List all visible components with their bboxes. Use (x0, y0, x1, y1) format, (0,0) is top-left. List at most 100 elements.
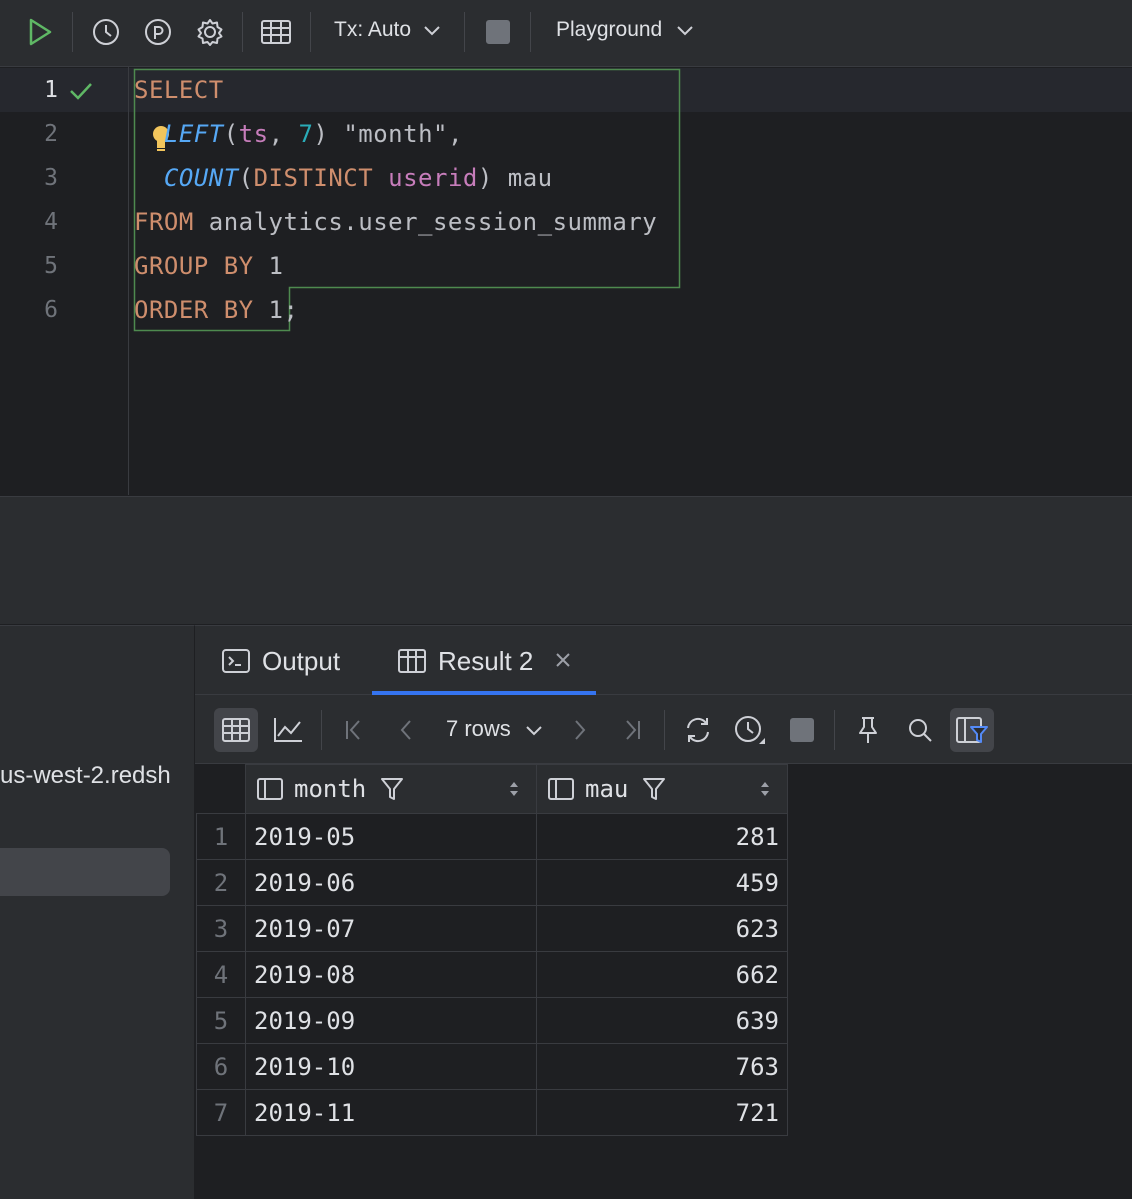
sql-keyword: FROM (134, 208, 194, 236)
session-selector[interactable] (0, 848, 170, 896)
toolbar-separator (664, 710, 665, 750)
tab-result-2[interactable]: Result 2 (438, 646, 533, 677)
cell-month[interactable]: 2019-06 (245, 859, 537, 906)
parameter-icon[interactable] (140, 14, 176, 50)
sql-function: LEFT (163, 120, 224, 148)
table-view-icon[interactable] (214, 708, 258, 752)
toolbar-separator (530, 12, 531, 52)
table-row[interactable]: 6 2019-10 763 (196, 1043, 788, 1090)
column-header-mau[interactable]: mau (536, 764, 788, 814)
auto-refresh-icon[interactable] (728, 708, 772, 752)
sql-keyword: DISTINCT (253, 164, 374, 192)
row-count-label: 7 rows (446, 716, 511, 741)
history-icon[interactable] (88, 14, 124, 50)
search-icon[interactable] (898, 708, 942, 752)
table-row[interactable]: 5 2019-09 639 (196, 997, 788, 1044)
refresh-icon[interactable] (676, 708, 720, 752)
filter-icon[interactable] (380, 776, 404, 802)
cell-mau[interactable]: 662 (536, 951, 788, 998)
settings-icon[interactable] (192, 14, 228, 50)
pin-icon[interactable] (846, 708, 890, 752)
table-row[interactable]: 3 2019-07 623 (196, 905, 788, 952)
console-icon (221, 648, 251, 674)
sql-number: 7 (298, 120, 314, 148)
results-tabs: Output Result 2 (195, 626, 1132, 695)
filter-icon[interactable] (642, 776, 666, 802)
sql-function: COUNT (163, 164, 239, 192)
cell-mau[interactable]: 721 (536, 1089, 788, 1136)
result-table: month mau 1 2019-05 281 2 2019-06 459 3 2019-… (196, 764, 788, 1136)
close-icon[interactable] (553, 650, 573, 670)
row-count-dropdown[interactable]: 7 rows (446, 716, 543, 742)
connection-host-label[interactable]: us-west-2.redsh (0, 762, 171, 790)
transaction-mode-dropdown[interactable]: Tx: Auto (334, 18, 441, 42)
sort-icon[interactable] (759, 780, 771, 798)
sql-text: 1 (253, 252, 284, 280)
comma: , (268, 120, 299, 148)
line-number: 3 (44, 165, 58, 191)
sql-table-name: analytics.user_session_summary (193, 208, 658, 236)
column-header-month[interactable]: month (245, 764, 537, 814)
toolbar-separator (464, 12, 465, 52)
row-number: 1 (196, 813, 246, 860)
table-row[interactable]: 4 2019-08 662 (196, 951, 788, 998)
line-number: 2 (44, 121, 58, 147)
sql-identifier: ts (238, 120, 269, 148)
column-icon (257, 778, 283, 800)
toolbar-separator (72, 12, 73, 52)
toolbar-separator (242, 12, 243, 52)
database-explorer-panel: us-west-2.redsh (0, 625, 195, 1199)
chart-view-icon[interactable] (266, 708, 310, 752)
statement-selection-outline (133, 68, 681, 332)
last-page-icon[interactable] (610, 708, 654, 752)
code-line-5: GROUP BY 1 (134, 252, 284, 280)
cell-month[interactable]: 2019-05 (245, 813, 537, 860)
chevron-down-icon (677, 26, 693, 36)
table-row[interactable]: 1 2019-05 281 (196, 813, 788, 860)
cell-mau[interactable]: 623 (536, 905, 788, 952)
cell-mau[interactable]: 639 (536, 997, 788, 1044)
sort-icon[interactable] (508, 780, 520, 798)
filter-panel-icon[interactable] (950, 708, 994, 752)
code-line-3: COUNT(DISTINCT userid) mau (134, 164, 553, 192)
tab-output[interactable]: Output (262, 646, 340, 677)
editor-gutter (0, 67, 129, 495)
table-row[interactable]: 2 2019-06 459 (196, 859, 788, 906)
row-number: 4 (196, 951, 246, 998)
cell-month[interactable]: 2019-08 (245, 951, 537, 998)
cell-mau[interactable]: 281 (536, 813, 788, 860)
toolbar-separator (321, 710, 322, 750)
sql-text: 1; (253, 296, 299, 324)
cell-mau[interactable]: 459 (536, 859, 788, 906)
playground-dropdown[interactable]: Playground (556, 18, 694, 42)
column-name: mau (585, 775, 629, 803)
transaction-mode-label: Tx: Auto (334, 18, 412, 41)
main-toolbar: Tx: Auto Playground (0, 0, 1132, 67)
table-icon (397, 648, 427, 674)
row-number: 2 (196, 859, 246, 906)
table-header-row: month mau (196, 764, 788, 814)
previous-page-icon[interactable] (384, 708, 428, 752)
sql-identifier: userid (388, 164, 478, 192)
row-number-header (196, 764, 246, 814)
cell-month[interactable]: 2019-11 (245, 1089, 537, 1136)
next-page-icon[interactable] (558, 708, 602, 752)
first-page-icon[interactable] (332, 708, 376, 752)
cell-month[interactable]: 2019-09 (245, 997, 537, 1044)
chevron-down-icon (424, 26, 440, 36)
code-line-1: SELECT (134, 76, 224, 104)
table-icon[interactable] (258, 14, 294, 50)
stop-icon[interactable] (480, 14, 516, 50)
table-row[interactable]: 7 2019-11 721 (196, 1089, 788, 1136)
cell-month[interactable]: 2019-07 (245, 905, 537, 952)
sql-keyword: GROUP BY (134, 252, 254, 280)
cell-month[interactable]: 2019-10 (245, 1043, 537, 1090)
cancel-query-icon[interactable] (780, 708, 824, 752)
current-line-gutter (0, 68, 128, 112)
run-icon[interactable] (22, 14, 58, 50)
cell-mau[interactable]: 763 (536, 1043, 788, 1090)
line-number: 6 (44, 297, 58, 323)
row-number: 3 (196, 905, 246, 952)
line-number: 1 (44, 77, 58, 103)
